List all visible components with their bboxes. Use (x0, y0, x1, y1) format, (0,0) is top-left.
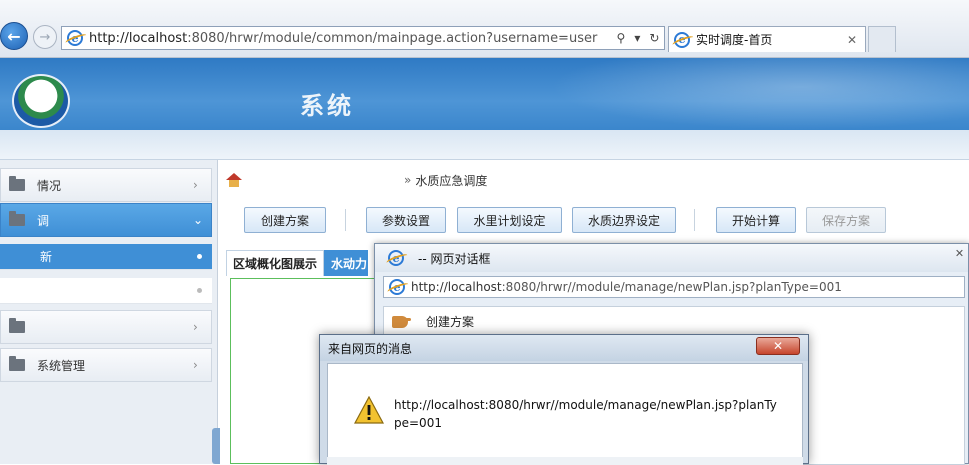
ie-page-icon: e (389, 279, 405, 295)
toolbar-divider (345, 209, 346, 231)
message-box-close-button[interactable]: ✕ (756, 337, 800, 355)
web-dialog-heading-text: 创建方案 (426, 315, 475, 329)
sidebar-item-folder[interactable]: › (0, 310, 212, 344)
search-icon[interactable]: ⚲ (617, 31, 626, 45)
message-box-title: 来自网页的消息 (328, 341, 413, 356)
message-box-titlebar[interactable]: 来自网页的消息 (320, 335, 808, 361)
tab-title: 实时调度-首页 (696, 33, 773, 47)
app-header: 系统 (0, 58, 969, 130)
sidebar-item-dispatch[interactable]: 调 ⌄ (0, 203, 212, 237)
new-tab-button[interactable] (868, 26, 896, 52)
sidebar-subitem-active[interactable]: 新 (0, 244, 212, 270)
url-host: localhost (128, 30, 188, 46)
sidebar: 情况 › 调 ⌄ 新 › 系统管理 › (0, 160, 218, 464)
home-icon[interactable] (226, 173, 242, 187)
tab-dynamic[interactable]: 水动力 (324, 250, 369, 276)
url-host: localhost (447, 280, 502, 294)
warning-icon (353, 395, 385, 424)
ie-dialog-icon: e (388, 250, 404, 266)
web-dialog-close-icon[interactable]: ✕ (950, 247, 969, 261)
sidebar-item-system-admin[interactable]: 系统管理 › (0, 348, 212, 382)
sidebar-item-label: 系统管理 (37, 358, 86, 373)
system-logo (12, 74, 70, 128)
sidebar-item-status[interactable]: 情况 › (0, 168, 212, 202)
arrow-left-icon: ← (7, 26, 21, 46)
chevron-right-icon: › (193, 178, 198, 192)
plan-toolbar: 创建方案 参数设置 水里计划设定 水质边界设定 开始计算 保存方案 (226, 200, 969, 238)
message-text: http://localhost:8080/hrwr//module/manag… (394, 398, 777, 430)
tab-close-icon[interactable]: ✕ (847, 33, 865, 47)
web-dialog-address: e http://localhost:8080/hrwr//module/man… (383, 276, 965, 298)
chevron-down-icon: ⌄ (193, 213, 204, 227)
url-rest: :8080/hrwr/module/common/mainpage.action… (187, 30, 598, 46)
start-calc-button[interactable]: 开始计算 (716, 207, 796, 233)
system-title: 系统 (300, 92, 354, 120)
web-dialog-title: -- 网页对话框 (418, 251, 491, 266)
dropdown-icon[interactable]: ▾ (634, 31, 640, 45)
url-rest: :8080/hrwr//module/manage/newPlan.jsp?pl… (501, 280, 842, 294)
web-dialog-titlebar[interactable]: e -- 网页对话框 (375, 244, 968, 272)
message-box: 来自网页的消息 ✕ http://localhost:8080/hrwr//mo… (319, 334, 809, 465)
web-dialog-url: http://localhost:8080/hrwr//module/manag… (411, 280, 842, 294)
address-bar[interactable]: e http://localhost:8080/hrwr/module/comm… (61, 26, 665, 50)
back-button[interactable]: ← (0, 22, 28, 50)
bullet-icon (197, 288, 202, 293)
address-tools: ⚲ ▾ ↻ (612, 31, 664, 45)
save-plan-button[interactable]: 保存方案 (806, 207, 886, 233)
address-url[interactable]: http://localhost:8080/hrwr/module/common… (89, 31, 612, 46)
folder-icon (9, 176, 25, 191)
url-prefix: http:// (411, 280, 448, 294)
quality-boundary-button[interactable]: 水质边界设定 (572, 207, 676, 233)
folder-icon (9, 356, 25, 371)
create-plan-button[interactable]: 创建方案 (244, 207, 326, 233)
chevron-right-icon: › (193, 320, 198, 334)
folder-icon (9, 211, 25, 226)
breadcrumb-current: 水质应急调度 (415, 173, 488, 188)
sidebar-subitem[interactable] (0, 278, 212, 304)
web-dialog-heading: 创建方案 (392, 313, 474, 330)
header-strip (0, 130, 969, 160)
refresh-icon[interactable]: ↻ (649, 31, 659, 45)
url-prefix: http:// (89, 30, 129, 46)
arrow-right-icon: → (39, 29, 51, 45)
message-box-body: http://localhost:8080/hrwr//module/manag… (327, 363, 803, 465)
sidebar-item-label: 情况 (37, 178, 62, 193)
water-plan-button[interactable]: 水里计划设定 (457, 207, 562, 233)
browser-chrome: ← → e http://localhost:8080/hrwr/module/… (0, 0, 969, 58)
toolbar-divider (694, 209, 695, 231)
forward-button[interactable]: → (33, 25, 57, 49)
sidebar-collapse-handle[interactable] (212, 428, 220, 464)
param-settings-button[interactable]: 参数设置 (366, 207, 446, 233)
bullet-icon (197, 254, 202, 259)
folder-icon (9, 318, 25, 333)
browser-tab-active[interactable]: e 实时调度-首页 ✕ (668, 26, 866, 52)
tab-overview[interactable]: 区域概化图展示 (226, 250, 325, 276)
pointing-hand-icon (392, 315, 411, 328)
sidebar-subitem-label: 新 (40, 250, 53, 264)
ie-page-icon: e (67, 30, 83, 46)
breadcrumb: » 水质应急调度 (226, 170, 487, 190)
chevron-right-icon: › (193, 358, 198, 372)
breadcrumb-separator: » (404, 173, 412, 187)
ie-tab-icon: e (674, 31, 690, 48)
sidebar-item-label: 调 (37, 213, 50, 228)
content-tabs: 区域概化图展示 水动力 (226, 250, 369, 276)
